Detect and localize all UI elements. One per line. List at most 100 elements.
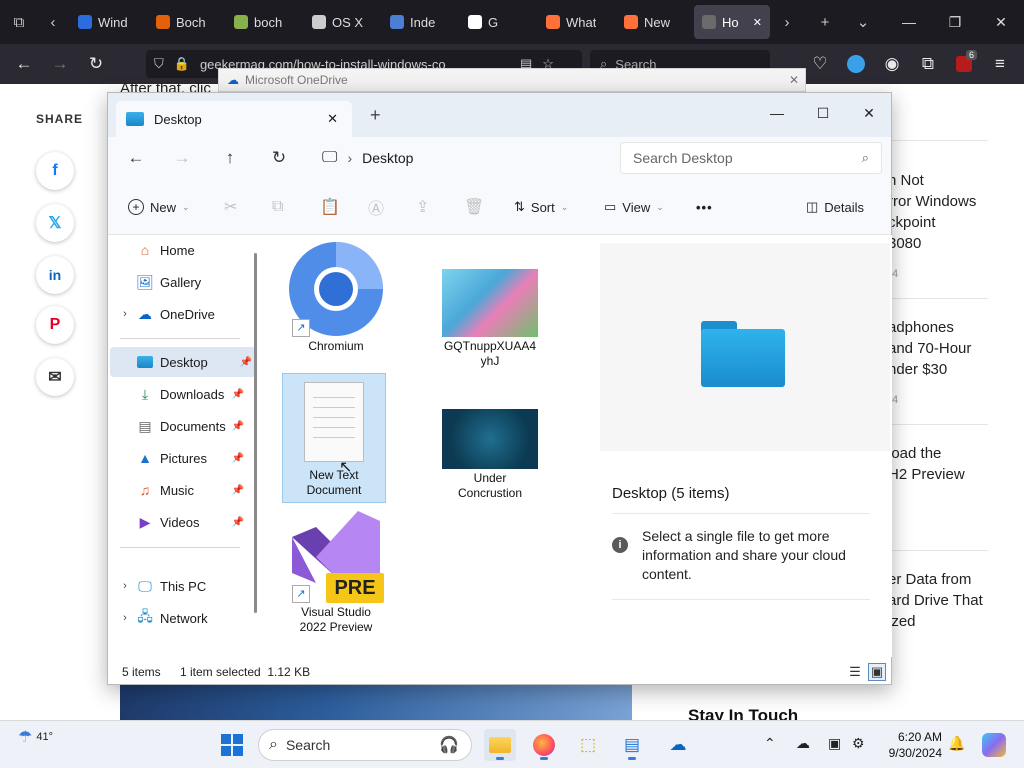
chevron-right-icon[interactable]: › [118, 308, 132, 320]
menu-icon[interactable]: ≡ [982, 48, 1018, 80]
browser-tab[interactable]: What [538, 5, 614, 39]
cloud-offline-icon[interactable]: ☁ [796, 735, 810, 752]
refresh-icon[interactable]: ↻ [263, 145, 295, 171]
browser-tab[interactable]: OS X [304, 5, 380, 39]
nav-item-network[interactable]: › 🖧 Network [110, 603, 248, 633]
onedrive-taskbar-icon[interactable]: ☁ [662, 729, 694, 761]
nav-item-this-pc[interactable]: › 🖵 This PC [110, 571, 248, 601]
file-item-chromium[interactable]: ↗ Chromium [284, 241, 388, 354]
details-view-icon[interactable]: ☰ [846, 663, 864, 681]
minimize-explorer-button[interactable]: — [754, 99, 800, 127]
onedrive-window[interactable]: ☁ Microsoft OneDrive ✕ [218, 68, 806, 92]
file-item-image[interactable]: GQTnuppXUAA4yhJ [438, 269, 542, 369]
nav-scrollbar[interactable] [254, 253, 257, 613]
chevron-right-icon[interactable]: › [118, 580, 132, 592]
new-tab-icon[interactable]: + [812, 9, 838, 35]
path-breadcrumb[interactable]: 🖵 › Desktop [314, 142, 608, 174]
nav-item-onedrive[interactable]: › ☁ OneDrive [110, 299, 248, 329]
pin-icon[interactable]: 📌 [232, 485, 244, 496]
browser-tab[interactable]: Boch [148, 5, 224, 39]
shield-icon[interactable]: ⛉ [154, 56, 164, 72]
browser-tab[interactable]: boch [226, 5, 302, 39]
close-tab-icon[interactable]: ✕ [753, 16, 762, 29]
rename-icon[interactable]: Ⓐ [368, 195, 384, 219]
file-item-new-text-document[interactable]: New Text Document [282, 373, 386, 503]
more-options-icon[interactable]: ••• [696, 195, 713, 219]
paste-icon[interactable]: 📋 [320, 195, 340, 219]
extensions-icon[interactable]: ⧉ [910, 48, 946, 80]
email-share-button[interactable]: ✉ [36, 358, 74, 396]
browser-tab[interactable]: Wind [70, 5, 146, 39]
minimize-browser-button[interactable]: — [886, 0, 932, 44]
sort-button[interactable]: ⇅ Sort ⌄ [514, 195, 568, 219]
taskbar-search[interactable]: ⌕ Search 🎧 [258, 729, 472, 761]
clock[interactable]: 6:20 AM 9/30/2024 [868, 729, 942, 761]
breadcrumb-desktop[interactable]: Desktop [362, 150, 413, 166]
pinterest-share-button[interactable]: P [36, 306, 74, 344]
forward-icon[interactable]: → [42, 48, 78, 80]
details-button[interactable]: ◫ Details [806, 195, 864, 219]
back-icon[interactable]: ← [6, 48, 42, 80]
display-icon[interactable]: ▣ [828, 735, 841, 752]
cut-icon[interactable]: ✂ [224, 195, 237, 219]
browser-tab[interactable]: Ho ✕ [694, 5, 770, 39]
account-avatar-icon[interactable] [838, 48, 874, 80]
nav-item-videos[interactable]: ▶ Videos 📌 [110, 507, 248, 537]
delete-icon[interactable]: 🗑 [464, 195, 484, 219]
file-item-under-concrustion[interactable]: Under Concrustion [438, 409, 542, 501]
nav-item-downloads[interactable]: ⤓ Downloads 📌 [110, 379, 248, 409]
large-icons-view-icon[interactable]: ▣ [868, 663, 886, 681]
browser-tab[interactable]: G [460, 5, 536, 39]
pin-icon[interactable]: 📌 [232, 421, 244, 432]
notification-bell-icon[interactable]: 🔔 [948, 735, 965, 752]
app-taskbar-icon[interactable]: ⬚ [572, 729, 604, 761]
new-button[interactable]: + New ⌄ [128, 195, 190, 219]
close-browser-button[interactable]: ✕ [978, 0, 1024, 44]
pin-icon[interactable]: 📌 [232, 517, 244, 528]
forward-icon[interactable]: → [166, 145, 198, 171]
nav-item-pictures[interactable]: ▲ Pictures 📌 [110, 443, 248, 473]
onedrive-close-icon[interactable]: ✕ [789, 73, 799, 87]
browser-tab[interactable]: New [616, 5, 692, 39]
browser-tab[interactable]: Inde [382, 5, 458, 39]
tab-list-icon[interactable]: ⧉ [6, 9, 32, 35]
copy-icon[interactable]: ⧉ [272, 195, 283, 219]
nav-item-music[interactable]: ♫ Music 📌 [110, 475, 248, 505]
facebook-share-button[interactable]: f [36, 152, 74, 190]
maximize-explorer-button[interactable]: ☐ [800, 99, 846, 127]
pin-icon[interactable]: 📌 [232, 453, 244, 464]
nav-item-documents[interactable]: ▤ Documents 📌 [110, 411, 248, 441]
copilot-icon[interactable] [978, 729, 1010, 761]
show-hidden-icons-icon[interactable]: ⌃ [764, 735, 776, 752]
profile-icon[interactable]: ◉ [874, 48, 910, 80]
explorer-search-input[interactable]: Search Desktop ⌕ [620, 142, 882, 174]
sidebar-article-1[interactable]: n Not rror Windows ckpoint 3080 [888, 170, 1024, 254]
firefox-taskbar-icon[interactable] [528, 729, 560, 761]
file-explorer-taskbar-icon[interactable] [484, 729, 516, 761]
scroll-tabs-left-icon[interactable]: ‹ [40, 9, 66, 35]
scroll-tabs-right-icon[interactable]: › [774, 9, 800, 35]
nav-item-desktop[interactable]: Desktop 📌 [110, 347, 256, 377]
up-icon[interactable]: ↑ [214, 145, 246, 171]
close-tab-icon[interactable]: ✕ [327, 111, 338, 127]
view-button[interactable]: ▭ View ⌄ [604, 195, 664, 219]
add-tab-icon[interactable]: + [370, 105, 381, 126]
maximize-browser-button[interactable]: ❐ [932, 0, 978, 44]
pocket-icon[interactable]: ♡ [802, 48, 838, 80]
pin-icon[interactable]: 📌 [232, 389, 244, 400]
explorer-tab-desktop[interactable]: Desktop ✕ [116, 101, 352, 137]
sidebar-article-3[interactable]: load the H2 Preview [888, 443, 1024, 485]
nav-item-home[interactable]: ⌂ Home [110, 235, 248, 265]
sidebar-article-4[interactable]: er Data from ard Drive That ized [888, 569, 1024, 632]
nav-item-gallery[interactable]: 🖼 Gallery [110, 267, 248, 297]
list-all-tabs-icon[interactable]: ⌄ [850, 9, 876, 35]
start-button[interactable] [216, 729, 248, 761]
file-item-visual-studio[interactable]: PRE ↗ Visual Studio 2022 Preview [284, 507, 388, 635]
linkedin-share-button[interactable]: in [36, 256, 74, 294]
lock-icon[interactable]: 🔒 [174, 56, 190, 72]
back-icon[interactable]: ← [120, 145, 152, 171]
network-volume-icon[interactable]: ⚙ [852, 735, 865, 752]
x-share-button[interactable]: 𝕏 [36, 204, 74, 242]
notepad-taskbar-icon[interactable]: ▤ [616, 729, 648, 761]
chevron-right-icon[interactable]: › [118, 612, 132, 624]
